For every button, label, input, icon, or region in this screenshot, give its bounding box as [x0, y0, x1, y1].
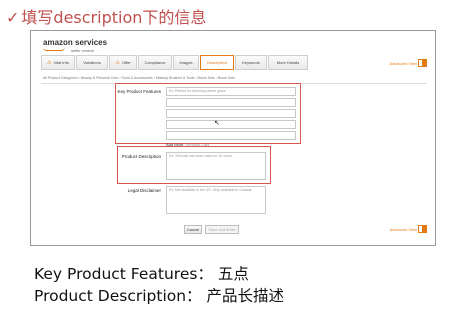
logo-subtitle: seller central [71, 48, 94, 53]
tab-variations[interactable]: Variations [76, 55, 108, 70]
amazon-services-logo: amazon services [43, 38, 108, 47]
caption-product-description: Product Description： 产品长描述 [34, 287, 284, 305]
breadcrumb: All Product Categories › Beauty & Person… [43, 76, 235, 80]
caption-key-features: Key Product Features： 五点 [34, 265, 249, 283]
slide-title-text: 填写description下的信息 [21, 8, 207, 27]
listing-tabs: ⚠ Vital Info Variations ⚠ Offer Compliance… [41, 55, 321, 70]
legal-disclaimer-textarea[interactable]: Ex: Not available in the US. Only availa… [166, 186, 266, 214]
advanced-view-toggle-bottom[interactable] [418, 225, 427, 233]
tab-images[interactable]: Images [173, 55, 199, 70]
advanced-view-label-bottom: Advanced View [389, 227, 418, 232]
amazon-smile-icon [43, 47, 65, 51]
checkmark-icon: ✓ [6, 8, 20, 27]
slide-title: ✓ 填写description下的信息 [6, 4, 206, 28]
mouse-cursor-icon: ↖ [214, 119, 220, 127]
tab-description[interactable]: Description [200, 55, 234, 70]
save-and-finish-button[interactable]: Save and finish [205, 225, 239, 234]
warning-icon: ⚠ [47, 59, 52, 66]
tab-compliance[interactable]: Compliance [138, 55, 172, 70]
warning-icon: ⚠ [115, 59, 120, 66]
seller-central-screenshot: amazon services seller central ⚠ Vital In… [30, 30, 436, 246]
key-features-highlight [115, 83, 301, 144]
tab-keywords[interactable]: Keywords [235, 55, 267, 70]
tab-offer[interactable]: ⚠ Offer [109, 55, 137, 70]
tab-more-details[interactable]: More Details [268, 55, 308, 70]
legal-disclaimer-label: Legal Disclaimer [127, 188, 161, 193]
advanced-view-toggle[interactable] [418, 59, 427, 67]
product-description-highlight [117, 146, 271, 184]
advanced-view-label: Advanced View [389, 61, 418, 66]
cancel-button[interactable]: Cancel [184, 225, 202, 234]
tab-vital-info[interactable]: ⚠ Vital Info [41, 55, 75, 70]
